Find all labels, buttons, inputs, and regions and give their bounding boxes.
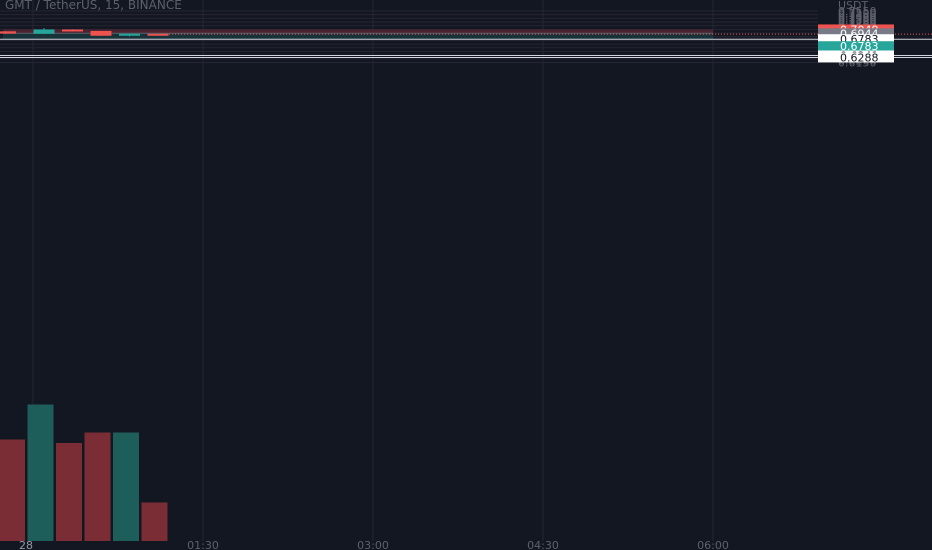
candle-body xyxy=(90,30,112,36)
time-tick-label: 03:00 xyxy=(357,539,389,550)
candle-body xyxy=(33,29,55,34)
time-tick-label: 28 xyxy=(19,539,33,550)
time-tick-label: 04:30 xyxy=(527,539,559,550)
candlestick-chart[interactable]: USDT0.75500.75000.74500.74000.73500.7300… xyxy=(0,0,932,550)
candle-body xyxy=(0,31,16,34)
candle-body xyxy=(119,33,140,36)
volume-bar xyxy=(113,432,139,541)
candle-body xyxy=(147,33,169,36)
volume-bar xyxy=(141,502,168,541)
volume-bar xyxy=(27,404,54,541)
chart-title: GMT / TetherUS, 15, BINANCE xyxy=(5,0,182,12)
volume-bar xyxy=(84,432,111,541)
price-labels: 0.70490.69440.69230.67830.67830.63410.62… xyxy=(818,23,894,64)
time-tick-label: 01:30 xyxy=(187,539,219,550)
volume-bar xyxy=(0,439,25,541)
chart-background xyxy=(0,0,932,550)
time-tick-label: 06:00 xyxy=(697,539,729,550)
candle-body xyxy=(62,29,83,32)
volume-bar xyxy=(56,443,82,541)
price-label-text: 0.6288 xyxy=(840,51,879,64)
